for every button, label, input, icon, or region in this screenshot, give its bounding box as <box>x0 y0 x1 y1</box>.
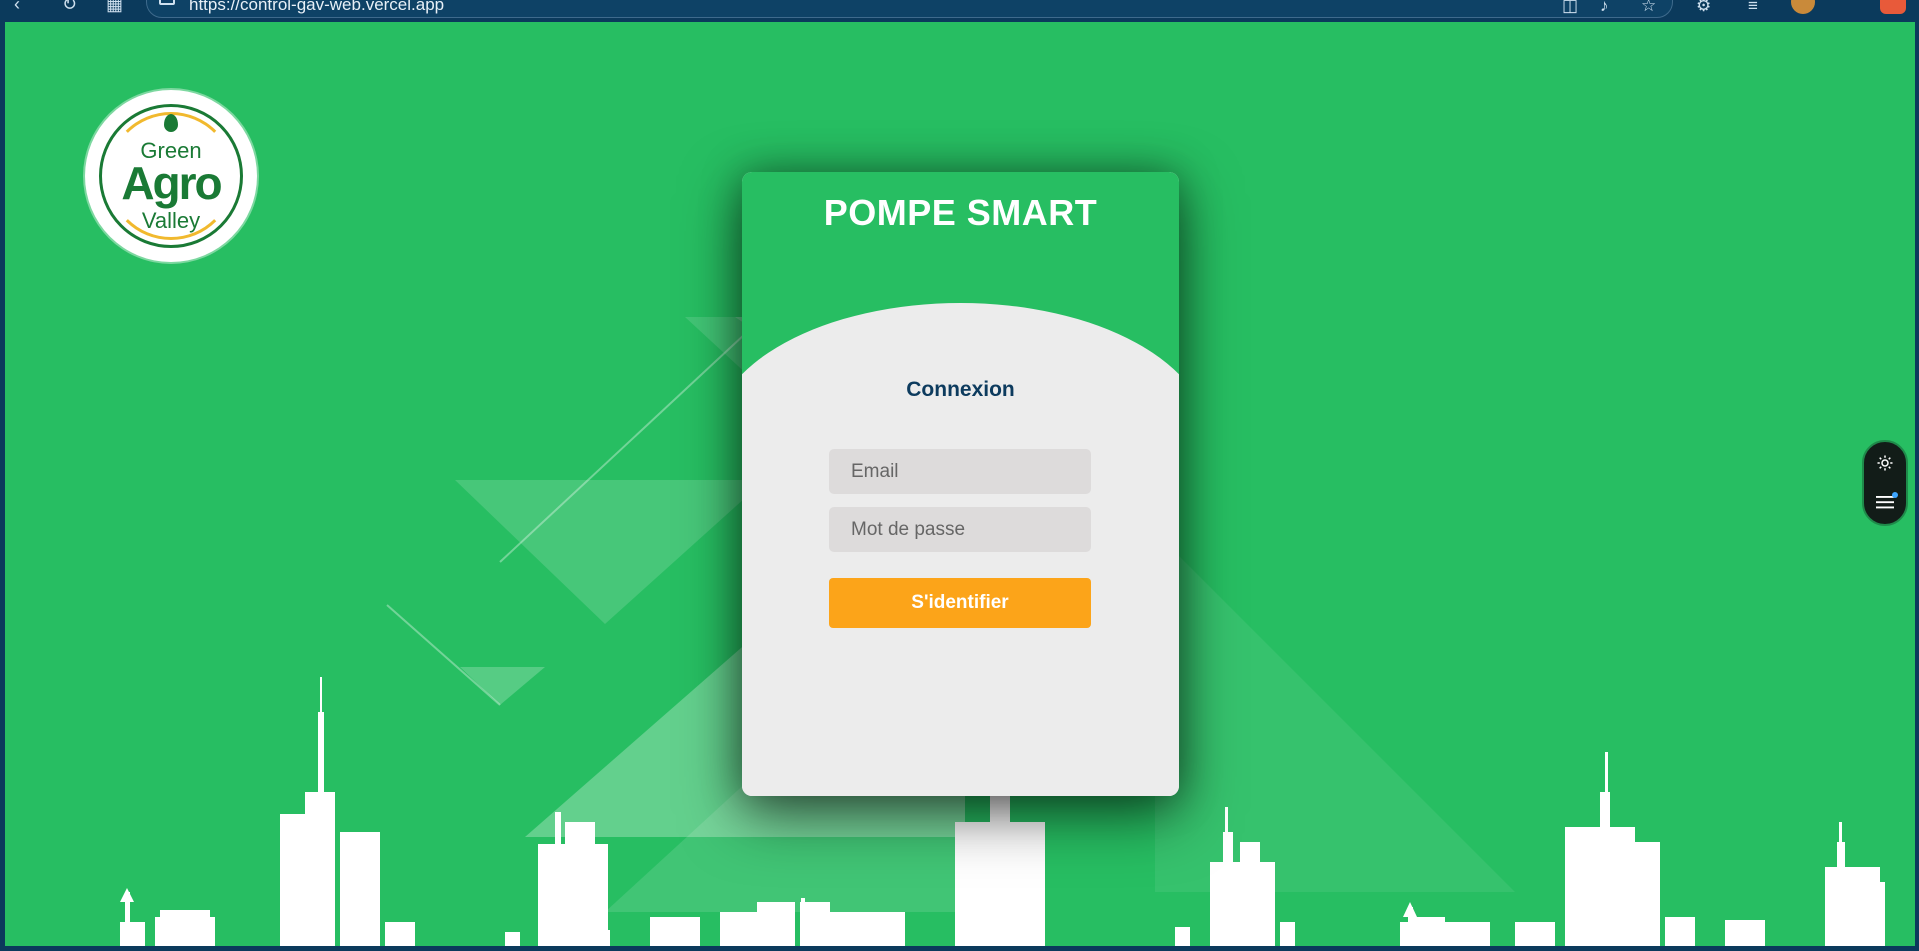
apps-icon[interactable]: ▦ <box>106 0 123 15</box>
login-heading: Connexion <box>906 378 1015 401</box>
login-card: POMPE SMART Connexion S'identifier <box>742 172 1179 796</box>
email-field[interactable] <box>829 449 1091 494</box>
lock-icon <box>159 0 175 5</box>
url-text: https://control-gav-web.vercel.app <box>189 0 445 14</box>
favorites-bar-icon[interactable]: ≡ <box>1748 0 1758 16</box>
favorite-icon[interactable]: ☆ <box>1641 0 1656 16</box>
app-title: POMPE SMART <box>823 192 1098 233</box>
logo-text-valley: Valley <box>141 208 201 233</box>
floating-side-widget <box>1862 440 1908 526</box>
green-agro-valley-logo: Green Agro Valley <box>85 90 257 262</box>
address-bar[interactable]: https://control-gav-web.vercel.app <box>146 0 1673 18</box>
water-drop-icon <box>164 114 178 132</box>
copilot-icon[interactable] <box>1880 0 1906 14</box>
menu-icon[interactable] <box>1876 494 1894 510</box>
profile-avatar[interactable] <box>1791 0 1815 14</box>
extensions-icon[interactable]: ⚙ <box>1696 0 1711 16</box>
browser-toolbar: ‹ ↻ ▦ https://control-gav-web.vercel.app… <box>0 0 1919 20</box>
notification-dot <box>1892 492 1898 498</box>
logo-text-agro: Agro <box>121 157 222 209</box>
read-aloud-icon[interactable]: ♪ <box>1600 0 1609 16</box>
login-button[interactable]: S'identifier <box>829 578 1091 628</box>
password-field[interactable] <box>829 507 1091 552</box>
back-icon[interactable]: ‹ <box>14 0 20 15</box>
split-view-icon[interactable]: ◫ <box>1562 0 1578 16</box>
gear-icon[interactable] <box>1876 454 1894 472</box>
page-viewport: Green Agro Valley POMPE SMART Connexion … <box>5 22 1915 946</box>
refresh-icon[interactable]: ↻ <box>62 0 77 15</box>
